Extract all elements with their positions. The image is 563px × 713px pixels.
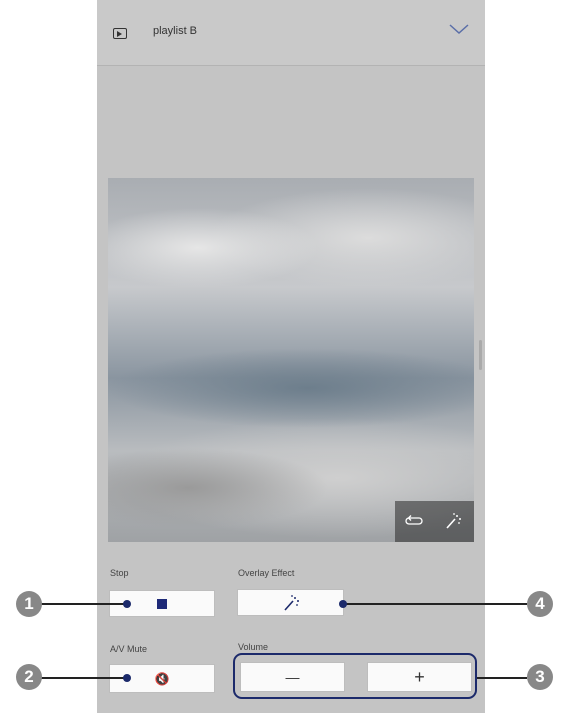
mute-icon: 🔇 — [154, 671, 170, 686]
av-mute-label: A/V Mute — [110, 644, 148, 654]
callout-dot-2 — [123, 674, 131, 682]
callout-line-1 — [40, 603, 126, 605]
callout-2: 2 — [16, 664, 42, 690]
callout-dot-4 — [339, 600, 347, 608]
callout-4: 4 — [527, 591, 553, 617]
magic-wand-icon — [283, 594, 299, 611]
overlay-effect-label: Overlay Effect — [238, 568, 295, 578]
magic-wand-icon[interactable] — [444, 512, 462, 530]
stop-label: Stop — [110, 568, 129, 578]
callout-3: 3 — [527, 664, 553, 690]
callout-line-4 — [343, 603, 527, 605]
playlist-title: playlist B — [153, 25, 198, 37]
repeat-icon[interactable] — [405, 514, 423, 528]
callout-line-2 — [40, 677, 126, 679]
scrollbar[interactable] — [479, 340, 482, 370]
callout-1: 1 — [16, 591, 42, 617]
overlay-effect-button[interactable] — [237, 589, 344, 616]
content-preview-image — [108, 178, 474, 542]
plus-icon: + — [414, 667, 425, 687]
volume-up-button[interactable]: + — [367, 662, 472, 692]
play-icon — [113, 28, 127, 39]
chevron-down-icon[interactable] — [448, 22, 470, 36]
callout-line-3 — [477, 677, 527, 679]
stop-icon — [157, 598, 167, 609]
minus-icon: — — [285, 669, 300, 685]
callout-dot-1 — [123, 600, 131, 608]
volume-label: Volume — [238, 642, 269, 650]
volume-down-button[interactable]: — — [240, 662, 345, 692]
